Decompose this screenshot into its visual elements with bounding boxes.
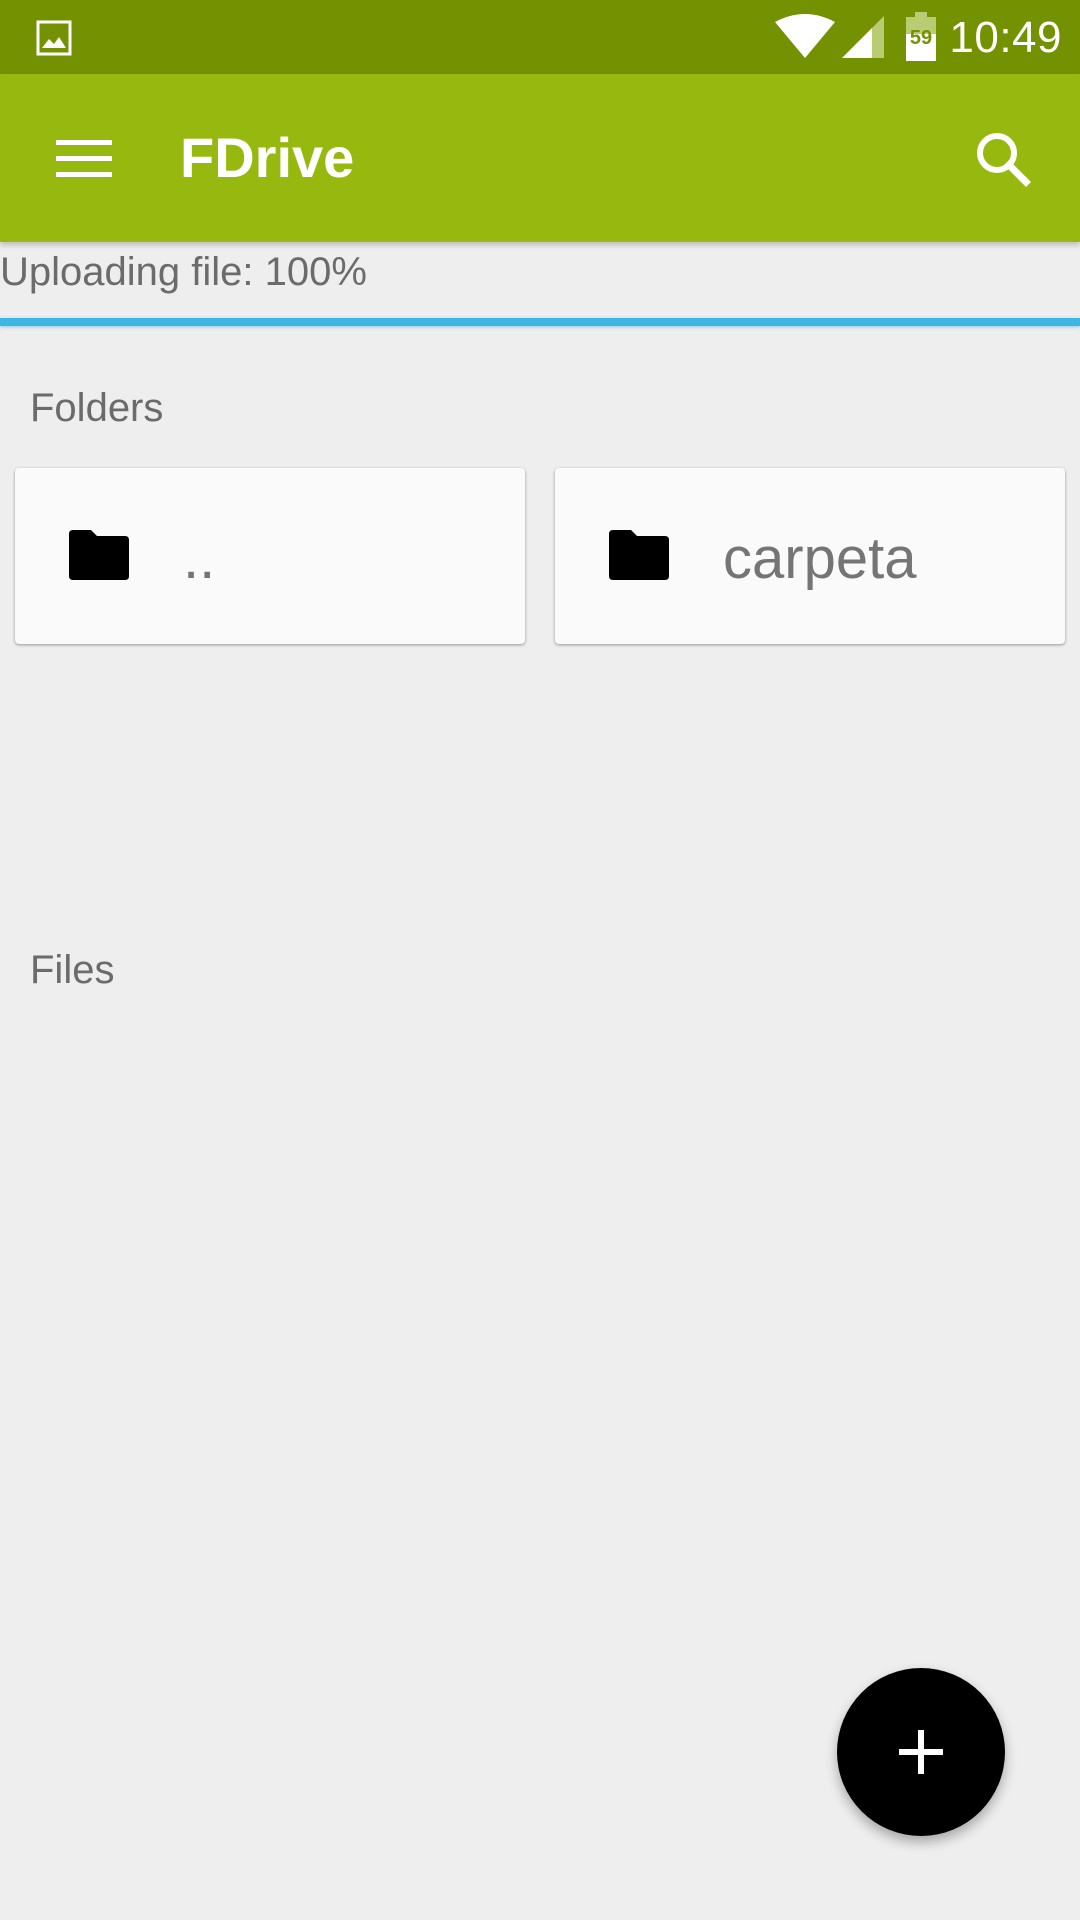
- wifi-icon: [774, 14, 836, 60]
- battery-level: 59: [909, 27, 933, 49]
- search-icon: [966, 133, 1046, 198]
- folder-name: carpeta: [723, 526, 917, 591]
- folder-icon: [67, 528, 131, 582]
- add-button[interactable]: [837, 1668, 1005, 1836]
- battery-icon: 59: [904, 12, 938, 62]
- menu-button[interactable]: [44, 124, 124, 192]
- status-time: 10:49: [949, 13, 1062, 62]
- menu-icon: [44, 140, 124, 196]
- signal-icon: [840, 14, 886, 60]
- folders-section-label: Folders: [30, 386, 164, 430]
- upload-progress-bar: [0, 318, 1080, 326]
- app-title: FDrive: [180, 126, 355, 189]
- files-section-label: Files: [30, 948, 115, 992]
- app-bar: FDrive: [0, 74, 1080, 242]
- folder-card-carpeta[interactable]: carpeta: [555, 468, 1065, 644]
- search-button[interactable]: [966, 124, 1046, 194]
- status-bar: 59 10:49: [0, 0, 1080, 74]
- upload-status-text: Uploading file: 100%: [0, 250, 367, 294]
- plus-icon: [885, 1716, 957, 1788]
- folder-card-parent[interactable]: ..: [15, 468, 525, 644]
- gallery-icon: [36, 20, 72, 56]
- folder-name: ..: [183, 526, 216, 591]
- upload-progress-fill: [0, 318, 1080, 326]
- folder-icon: [607, 528, 671, 582]
